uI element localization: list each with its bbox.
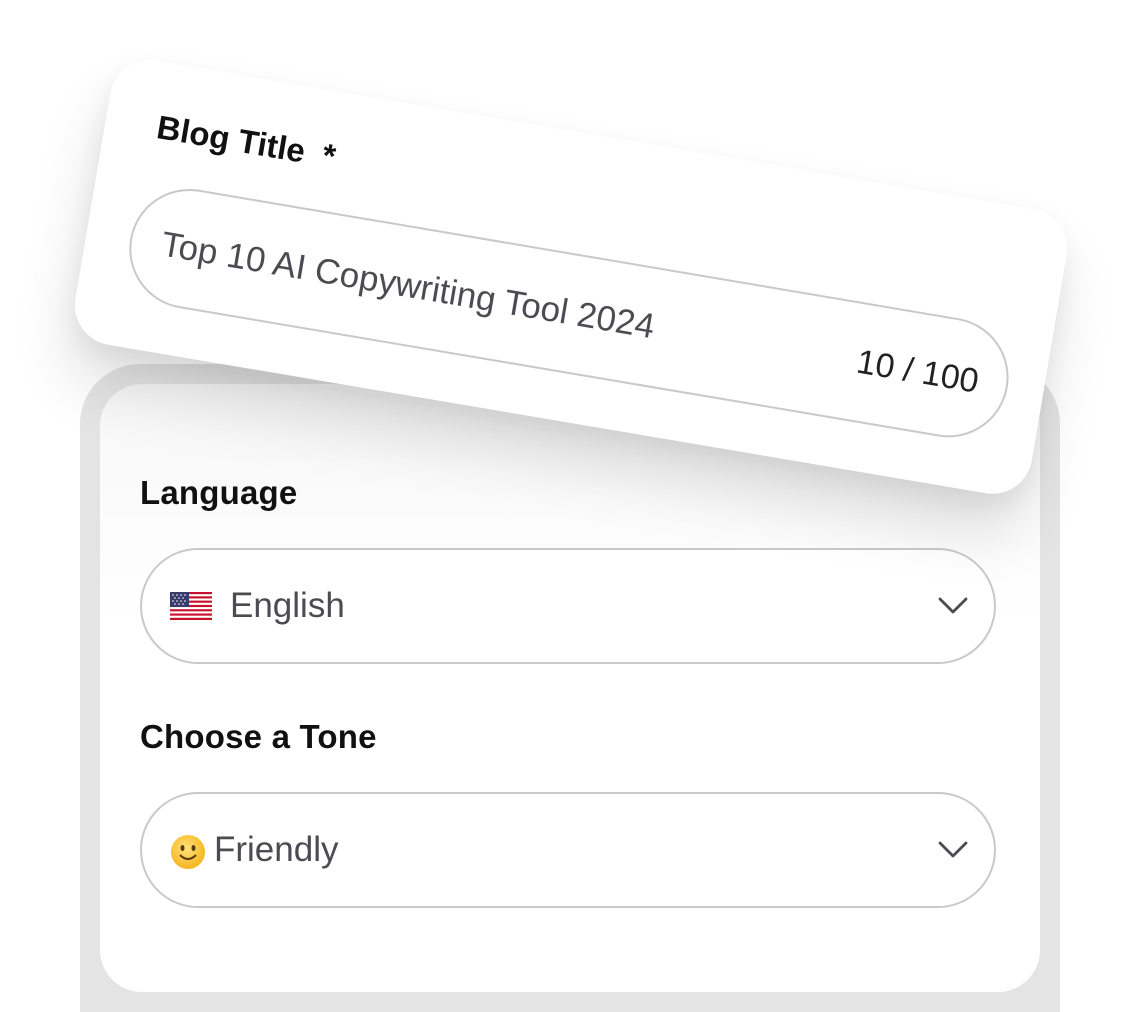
tone-select[interactable]: Friendly — [140, 792, 996, 908]
slightly-smiling-face-icon — [171, 835, 205, 869]
language-select[interactable]: English — [140, 548, 996, 664]
us-flag-icon — [170, 592, 212, 620]
chevron-down-icon[interactable] — [938, 841, 968, 859]
character-counter: 10 / 100 — [853, 342, 982, 401]
language-value: English — [230, 586, 345, 625]
tone-label: Choose a Tone — [140, 718, 377, 755]
blog-title-label: Blog Title — [154, 108, 309, 170]
chevron-down-icon[interactable] — [938, 597, 968, 615]
blog-title-label-row: Blog Title * — [154, 108, 338, 176]
required-marker: * — [319, 136, 339, 175]
blog-title-value: Top 10 AI Copywriting Tool 2024 — [158, 224, 658, 347]
tone-value: Friendly — [214, 830, 339, 869]
language-label: Language — [140, 474, 298, 511]
